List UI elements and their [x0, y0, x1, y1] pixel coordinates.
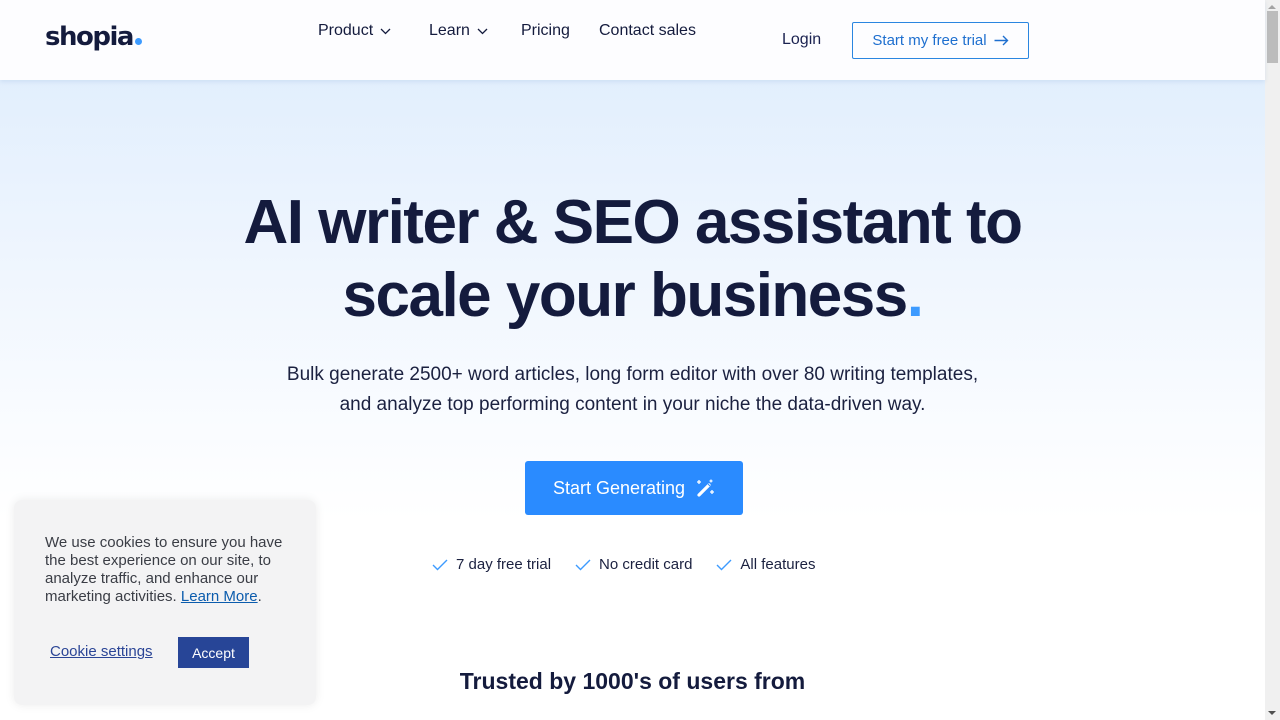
logo-dot-icon: [134, 38, 142, 45]
start-generating-label: Start Generating: [552, 477, 686, 498]
check-icon: [575, 559, 591, 570]
perks-list: 7 day free trial No credit card All feat…: [432, 556, 839, 573]
nav-learn[interactable]: Learn: [429, 22, 488, 40]
chevron-down-icon: [380, 28, 391, 34]
nav-product[interactable]: Product: [318, 22, 391, 40]
shopia-logo[interactable]: shopia: [45, 22, 142, 52]
hero-title-dot: .: [906, 261, 924, 330]
perk-item: All features: [716, 556, 815, 573]
cookie-settings-link[interactable]: Cookie settings: [50, 643, 153, 660]
start-free-trial-button[interactable]: Start my free trial: [852, 22, 1029, 59]
vertical-scrollbar[interactable]: [1265, 0, 1280, 720]
hero-subtitle: Bulk generate 2500+ word articles, long …: [0, 360, 1265, 420]
nav-learn-label: Learn: [429, 22, 470, 39]
check-icon: [432, 559, 448, 570]
perk-label: All features: [740, 556, 816, 573]
perk-item: 7 day free trial: [432, 556, 551, 573]
hero-title-line1: AI writer & SEO assistant to: [243, 188, 1024, 257]
cookie-message: We use cookies to ensure you have the be…: [45, 534, 295, 606]
chevron-down-icon: [477, 28, 488, 34]
nav-contact-sales-label: Contact sales: [599, 22, 696, 39]
hero-title: AI writer & SEO assistant to scale your …: [0, 186, 1265, 332]
cookie-banner: We use cookies to ensure you have the be…: [14, 500, 316, 705]
logo-text: shopia: [45, 22, 134, 52]
start-free-trial-label: Start my free trial: [872, 32, 987, 49]
arrow-right-icon: [994, 35, 1009, 46]
login-link[interactable]: Login: [782, 31, 821, 49]
perk-label: No credit card: [599, 556, 693, 573]
scroll-up-arrow-icon[interactable]: [1268, 5, 1276, 9]
check-icon: [716, 559, 732, 570]
nav-product-label: Product: [318, 22, 374, 39]
magic-wand-icon: [697, 479, 715, 497]
perk-item: No credit card: [575, 556, 692, 573]
hero-subtitle-line2: and analyze top performing content in yo…: [339, 394, 926, 415]
nav-contact-sales[interactable]: Contact sales: [599, 22, 696, 40]
cookie-learn-more-link[interactable]: Learn More: [181, 588, 258, 605]
hero-title-line2: scale your business: [342, 261, 909, 330]
start-generating-button[interactable]: Start Generating: [525, 461, 743, 515]
scrollbar-thumb[interactable]: [1267, 11, 1278, 63]
hero-subtitle-line1: Bulk generate 2500+ word articles, long …: [286, 364, 979, 385]
site-header: shopia Product Learn Pricing Contact sal…: [0, 0, 1265, 80]
nav-pricing[interactable]: Pricing: [521, 22, 570, 40]
perk-label: 7 day free trial: [456, 556, 552, 573]
cookie-accept-button[interactable]: Accept: [178, 637, 249, 668]
scroll-down-arrow-icon[interactable]: [1268, 711, 1276, 715]
cookie-trailing: .: [257, 588, 262, 605]
nav-pricing-label: Pricing: [521, 22, 570, 39]
